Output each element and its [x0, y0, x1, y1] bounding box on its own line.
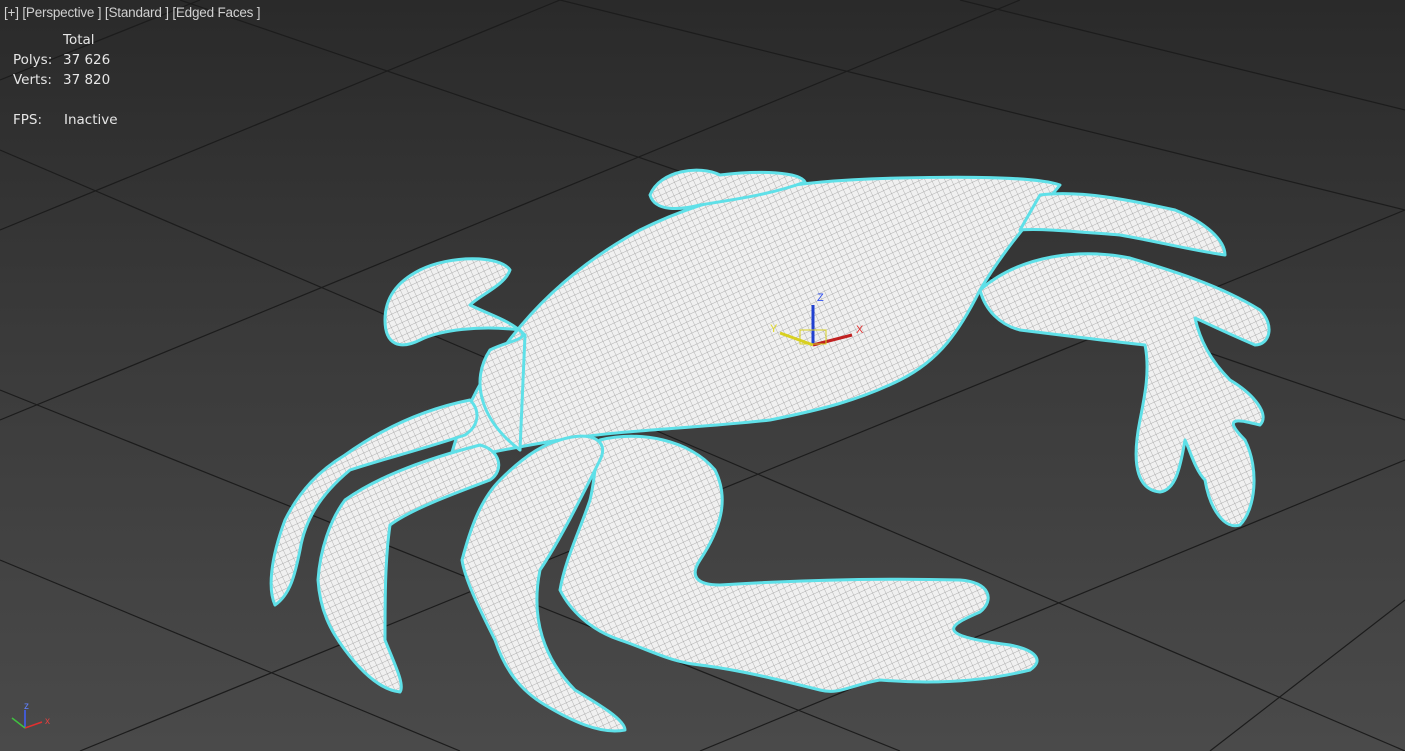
gizmo-y-label: Y [770, 323, 778, 335]
stats-total-header: Total [63, 32, 95, 48]
fps-label: FPS: [13, 112, 43, 128]
gizmo-x-label: X [856, 324, 864, 336]
crab-carapace [448, 175, 1062, 462]
viewport-view-menu[interactable]: [Perspective ] [22, 5, 101, 20]
viewport-shading-menu[interactable]: [Standard ] [105, 5, 169, 20]
crab-claw-right-arm [978, 252, 1271, 528]
crab-leg-right-rear [1018, 192, 1227, 257]
crab-mesh[interactable] [269, 168, 1271, 733]
crab-claw-front [558, 434, 1039, 693]
fps-value: Inactive [64, 112, 118, 128]
perspective-viewport[interactable]: Z X Y z x [+] [Perspective ] [Standard ]… [0, 0, 1405, 751]
polys-value: 37 626 [63, 52, 111, 68]
viewport-scene[interactable]: Z X Y z x [0, 0, 1405, 751]
verts-label: Verts: [13, 72, 52, 88]
viewport-plus-menu[interactable]: [+] [4, 5, 19, 20]
world-axis-tripod: z x [11, 701, 50, 729]
gizmo-z-label: Z [817, 292, 824, 304]
viewport-edges-menu[interactable]: [Edged Faces ] [172, 5, 260, 20]
polys-label: Polys: [13, 52, 53, 68]
tripod-x-label: x [45, 716, 50, 727]
verts-value: 37 820 [63, 72, 111, 88]
viewport-label-menu[interactable]: [+] [Perspective ] [Standard ] [Edged Fa… [4, 5, 261, 20]
tripod-z-label: z [24, 701, 29, 712]
